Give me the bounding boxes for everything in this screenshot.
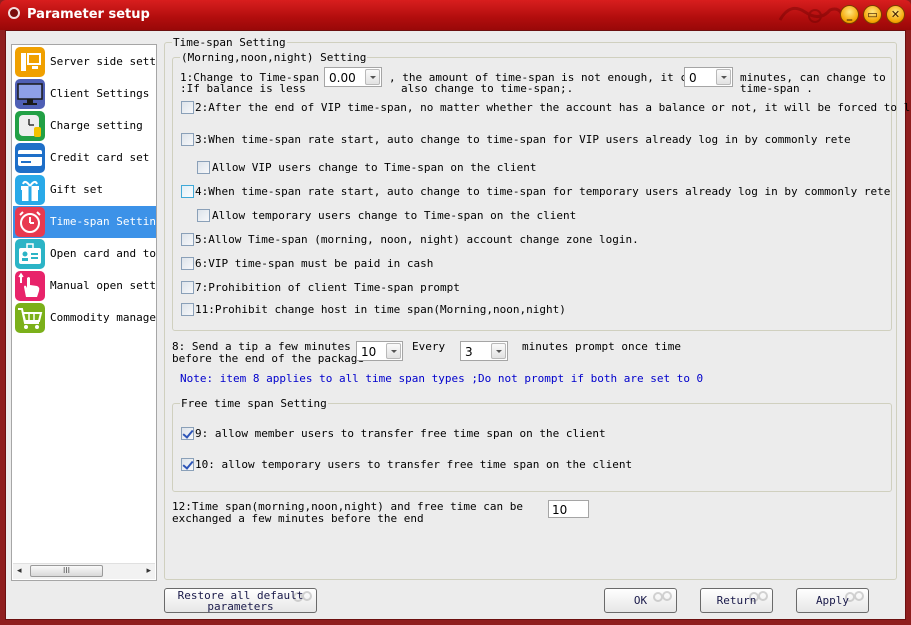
parameter-setup-window: Parameter setup _ ▭ ✕ Server side settin…: [0, 0, 911, 625]
close-button[interactable]: ✕: [886, 5, 905, 24]
title-decoration-icon: [778, 6, 845, 23]
credit-card-icon: [15, 143, 45, 173]
allow-vip-change-checkbox[interactable]: [197, 161, 210, 174]
gift-icon: [15, 175, 45, 205]
balance-threshold-combo[interactable]: 0.00: [324, 67, 382, 87]
item4-label: 4:When time-span rate start, auto change…: [195, 185, 891, 198]
sidebar-item-gift-set[interactable]: Gift set: [13, 174, 156, 206]
restore-defaults-button[interactable]: Restore all default parameters: [164, 588, 317, 613]
ok-button[interactable]: OK: [604, 588, 677, 613]
restore-defaults-line2: parameters: [207, 600, 274, 613]
item8-note: Note: item 8 applies to all time span ty…: [180, 372, 704, 385]
item9-label: 9: allow member users to transfer free t…: [195, 427, 606, 440]
title-bar[interactable]: Parameter setup _ ▭ ✕: [0, 0, 911, 30]
id-card-icon: [15, 239, 45, 269]
shopping-cart-icon: [15, 303, 45, 333]
item1-mid-line2: also change to time-span;.: [401, 82, 574, 95]
monitor-icon: [15, 79, 45, 109]
sidebar-item-label: Commodity manageme: [50, 311, 156, 324]
horizontal-scrollbar[interactable]: ◂ III ▸: [13, 563, 155, 579]
item3-label: 3:When time-span rate start, auto change…: [195, 133, 851, 146]
allow-vip-change-label: Allow VIP users change to Time-span on t…: [212, 161, 537, 174]
alarm-clock-icon: [15, 207, 45, 237]
allow-temporary-change-label: Allow temporary users change to Time-spa…: [212, 209, 577, 222]
item11-label: 11:Prohibit change host in time span(Mor…: [195, 303, 566, 316]
sidebar-item-charge-setting[interactable]: Charge setting: [13, 110, 156, 142]
item4-checkbox[interactable]: [181, 185, 194, 198]
minutes-combo[interactable]: 0: [684, 67, 733, 87]
maximize-button[interactable]: ▭: [863, 5, 882, 24]
item2-label: 2:After the end of VIP time-span, no mat…: [195, 101, 911, 114]
chevron-down-icon[interactable]: [491, 343, 506, 359]
item2-checkbox[interactable]: [181, 101, 194, 114]
apply-label: Apply: [815, 594, 850, 607]
item3-checkbox[interactable]: [181, 133, 194, 146]
item11-checkbox[interactable]: [181, 303, 194, 316]
sidebar-item-label: Server side settin: [50, 55, 156, 68]
close-icon: ✕: [890, 8, 901, 21]
server-icon: [15, 47, 45, 77]
sidebar-item-manual-open[interactable]: Manual open settin: [13, 270, 156, 302]
free-time-span-title: Free time span Setting: [180, 397, 328, 410]
apply-button[interactable]: Apply: [796, 588, 869, 613]
scroll-left-icon[interactable]: ◂: [17, 566, 22, 576]
exchange-minutes-input[interactable]: 10: [548, 500, 589, 518]
sidebar-item-time-span-setting[interactable]: Time-span Setting: [13, 206, 156, 238]
hand-pointer-icon: [15, 271, 45, 301]
sidebar-item-label: Time-span Setting: [50, 215, 157, 228]
item5-label: 5:Allow Time-span (morning, noon, night)…: [195, 233, 639, 246]
chevron-down-icon[interactable]: [365, 69, 380, 85]
item1-tail-line2: time-span .: [740, 82, 813, 95]
ok-label: OK: [633, 594, 648, 607]
tip-minutes-value: 10: [361, 345, 377, 359]
time-span-setting-title: Time-span Setting: [172, 36, 287, 49]
sidebar-item-label: Charge setting: [50, 119, 143, 132]
maximize-icon: ▭: [867, 8, 878, 21]
tip-minutes-combo[interactable]: 10: [356, 341, 403, 361]
sidebar-item-label: Client Settings: [50, 87, 150, 100]
sidebar-item-server-side[interactable]: Server side settin: [13, 46, 156, 78]
sidebar-item-label: Gift set: [50, 183, 103, 196]
window-title: Parameter setup: [27, 7, 150, 22]
clock-coins-icon: [15, 111, 45, 141]
sidebar-item-credit-card[interactable]: Credit card set: [13, 142, 156, 174]
item8-tail: minutes prompt once time: [522, 340, 681, 353]
morning-noon-night-title: (Morning,noon,night) Setting: [180, 51, 368, 64]
minimize-button[interactable]: _: [840, 5, 859, 24]
item7-label: 7:Prohibition of client Time-span prompt: [195, 281, 460, 294]
every-label: Every: [412, 340, 446, 353]
prompt-interval-value: 3: [465, 345, 473, 359]
sidebar-item-label: Manual open settin: [50, 279, 156, 292]
sidebar-item-commodity[interactable]: Commodity manageme: [13, 302, 156, 334]
return-label: Return: [716, 594, 757, 607]
sidebar-item-open-card[interactable]: Open card and top: [13, 238, 156, 270]
chevron-down-icon[interactable]: [716, 69, 731, 85]
item8-label-line2: before the end of the package: [172, 352, 365, 365]
minutes-value: 0: [689, 71, 697, 85]
item10-checkbox[interactable]: [181, 458, 194, 471]
chevron-down-icon[interactable]: [386, 343, 401, 359]
item1-label-line2: :If balance is less: [180, 82, 306, 95]
balance-threshold-value: 0.00: [329, 71, 356, 85]
scroll-right-icon[interactable]: ▸: [146, 566, 151, 576]
item7-checkbox[interactable]: [181, 281, 194, 294]
return-button[interactable]: Return: [700, 588, 773, 613]
allow-temporary-change-checkbox[interactable]: [197, 209, 210, 222]
item12-label-line2: exchanged a few minutes before the end: [172, 512, 424, 525]
item10-label: 10: allow temporary users to transfer fr…: [195, 458, 633, 471]
free-time-span-group: [172, 403, 892, 492]
sidebar-item-label: Open card and top: [50, 247, 157, 260]
item5-checkbox[interactable]: [181, 233, 194, 246]
sidebar-item-label: Credit card set: [50, 151, 150, 164]
item6-checkbox[interactable]: [181, 257, 194, 270]
prompt-interval-combo[interactable]: 3: [460, 341, 508, 361]
exchange-minutes-value: 10: [552, 503, 568, 517]
app-icon: [8, 7, 20, 19]
item9-checkbox[interactable]: [181, 427, 194, 440]
minimize-icon: _: [846, 8, 853, 21]
sidebar-item-client-settings[interactable]: Client Settings: [13, 78, 156, 110]
scrollbar-thumb[interactable]: III: [30, 565, 103, 577]
item6-label: 6:VIP time-span must be paid in cash: [195, 257, 434, 270]
sidebar-nav: Server side settin Client Settings Charg…: [11, 44, 157, 581]
